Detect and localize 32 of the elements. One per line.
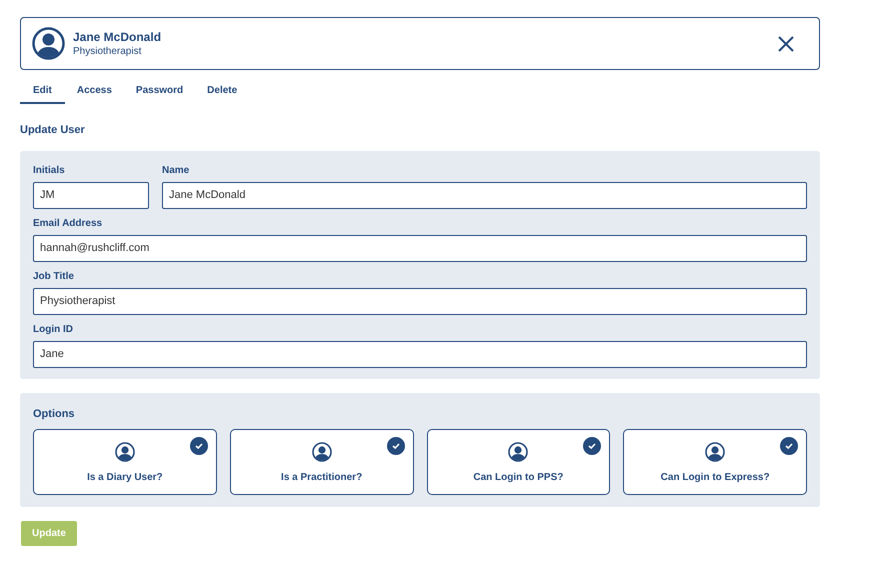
user-icon bbox=[508, 442, 528, 462]
user-icon bbox=[312, 442, 332, 462]
options-heading: Options bbox=[33, 406, 76, 420]
user-name: Jane McDonald bbox=[73, 30, 162, 44]
user-avatar-icon bbox=[32, 27, 65, 60]
user-icon bbox=[705, 442, 726, 462]
tab[interactable]: Delete bbox=[195, 79, 250, 104]
option-card[interactable]: Can Login to PPS? bbox=[426, 428, 610, 494]
input-field[interactable]: Physiotherapist bbox=[33, 288, 807, 314]
option-card[interactable]: Is a Diary User? bbox=[33, 428, 217, 494]
option-card[interactable]: Is a Practitioner? bbox=[230, 428, 414, 494]
tab[interactable]: Password bbox=[124, 79, 196, 104]
field-label: Name bbox=[162, 164, 190, 176]
input-field[interactable]: Jane McDonald bbox=[162, 182, 807, 208]
close-icon[interactable] bbox=[777, 34, 795, 52]
user-icon bbox=[114, 442, 135, 462]
section-heading: Update User bbox=[20, 123, 86, 138]
tab[interactable]: Edit bbox=[20, 79, 65, 104]
field-label: Login ID bbox=[33, 324, 74, 336]
input-field[interactable]: JM bbox=[33, 182, 149, 208]
tab[interactable]: Access bbox=[64, 79, 124, 104]
input-field[interactable]: hannah@rushcliff.com bbox=[33, 234, 807, 262]
option-label: Is a Diary User? bbox=[87, 471, 163, 485]
option-label: Is a Practitioner? bbox=[281, 471, 362, 485]
field-label: Email Address bbox=[33, 218, 104, 230]
field-label: Initials bbox=[33, 164, 66, 176]
option-label: Can Login to PPS? bbox=[473, 471, 564, 485]
user-role: Physiotherapist bbox=[73, 44, 142, 58]
field-label: Job Title bbox=[33, 270, 75, 282]
option-card[interactable]: Can Login to Express? bbox=[623, 428, 807, 494]
option-label: Can Login to Express? bbox=[660, 471, 770, 485]
input-field[interactable]: Jane bbox=[33, 340, 807, 368]
